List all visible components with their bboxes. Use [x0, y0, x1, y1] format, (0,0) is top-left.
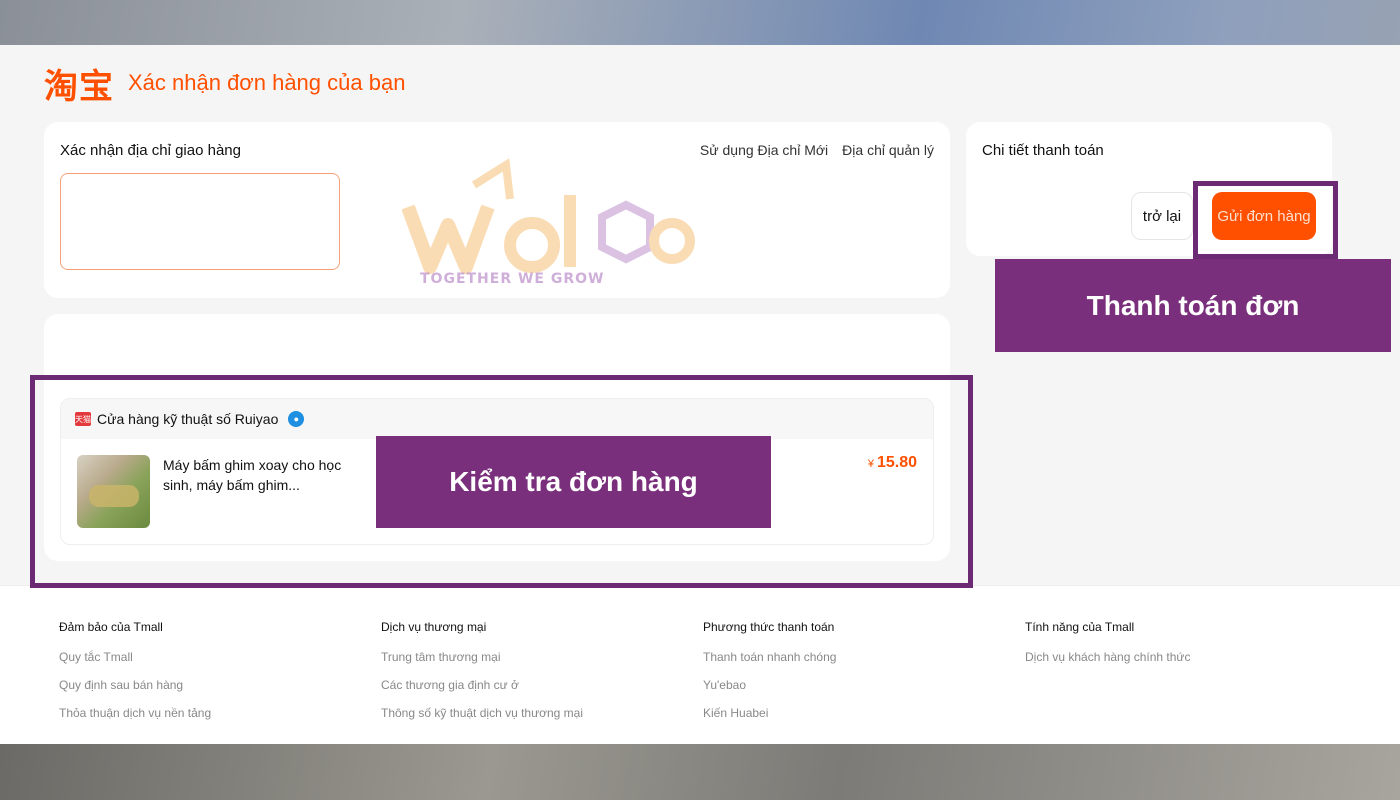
- address-selection-box[interactable]: [60, 173, 340, 270]
- footer-column-features: Tính năng của Tmall Dịch vụ khách hàng c…: [1025, 620, 1190, 678]
- page-header: 淘宝 Xác nhận đơn hàng của bạn: [44, 63, 406, 107]
- pay-order-label: Thanh toán đơn: [995, 259, 1391, 352]
- footer-link[interactable]: Kiến Huabei: [703, 706, 836, 720]
- address-section-title: Xác nhận địa chỉ giao hàng: [60, 142, 241, 159]
- submit-highlight-box: [1193, 181, 1338, 259]
- shipping-address-card: Xác nhận địa chỉ giao hàng Sử dụng Địa c…: [44, 122, 950, 298]
- manage-address-link[interactable]: Địa chỉ quản lý: [842, 142, 934, 158]
- address-links: Sử dụng Địa chỉ Mới Địa chỉ quản lý: [700, 142, 934, 158]
- back-button[interactable]: trở lại: [1131, 192, 1193, 240]
- footer-link[interactable]: Yu'ebao: [703, 678, 836, 692]
- footer-column-commerce: Dịch vụ thương mại Trung tâm thương mại …: [381, 620, 583, 734]
- footer-link[interactable]: Thỏa thuận dịch vụ nền tảng: [59, 706, 211, 720]
- checkout-page: 淘宝 Xác nhận đơn hàng của bạn Xác nhận đị…: [0, 45, 1400, 744]
- footer-link[interactable]: Các thương gia định cư ở: [381, 678, 583, 692]
- footer-link[interactable]: Dịch vụ khách hàng chính thức: [1025, 650, 1190, 664]
- footer-heading: Phương thức thanh toán: [703, 620, 835, 634]
- footer-link[interactable]: Thanh toán nhanh chóng: [703, 650, 836, 664]
- taobao-logo[interactable]: 淘宝: [44, 59, 114, 108]
- site-footer: Đảm bảo của Tmall Quy tắc Tmall Quy định…: [0, 585, 1400, 744]
- footer-heading: Đảm bảo của Tmall: [59, 620, 163, 634]
- payment-title: Chi tiết thanh toán: [982, 142, 1104, 159]
- footer-link[interactable]: Quy tắc Tmall: [59, 650, 211, 664]
- footer-link[interactable]: Thông số kỹ thuật dịch vụ thương mại: [381, 706, 583, 720]
- background-band: [0, 744, 1400, 800]
- footer-column-payment: Phương thức thanh toán Thanh toán nhanh …: [703, 620, 836, 734]
- footer-link[interactable]: Trung tâm thương mại: [381, 650, 583, 664]
- footer-heading: Dịch vụ thương mại: [381, 620, 487, 634]
- footer-column-guarantee: Đảm bảo của Tmall Quy tắc Tmall Quy định…: [59, 620, 211, 734]
- use-new-address-link[interactable]: Sử dụng Địa chỉ Mới: [700, 142, 828, 158]
- footer-heading: Tính năng của Tmall: [1025, 620, 1135, 634]
- check-order-label: Kiểm tra đơn hàng: [376, 436, 771, 528]
- footer-link[interactable]: Quy định sau bán hàng: [59, 678, 211, 692]
- page-title: Xác nhận đơn hàng của bạn: [128, 70, 406, 95]
